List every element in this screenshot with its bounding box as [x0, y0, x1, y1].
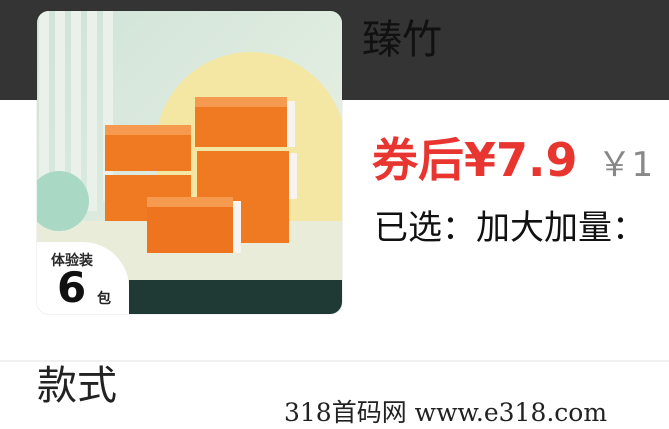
original-price: ￥1 [597, 145, 654, 185]
style-section-title: 款式 [37, 363, 117, 409]
product-thumbnail[interactable]: 体验装 6 包 [37, 11, 342, 314]
promo-strip [129, 280, 342, 314]
coupon-price: 券后¥7.9 [372, 133, 578, 187]
price-row: 券后¥7.9 ￥1 [372, 124, 653, 190]
badge-count: 6 [57, 263, 87, 312]
shop-name: 臻竹 [362, 17, 442, 63]
selected-spec[interactable]: 已选：加大加量： [374, 200, 646, 249]
badge-unit: 包 [97, 291, 111, 307]
watermark: 318首码网 www.e318.com [284, 398, 608, 427]
